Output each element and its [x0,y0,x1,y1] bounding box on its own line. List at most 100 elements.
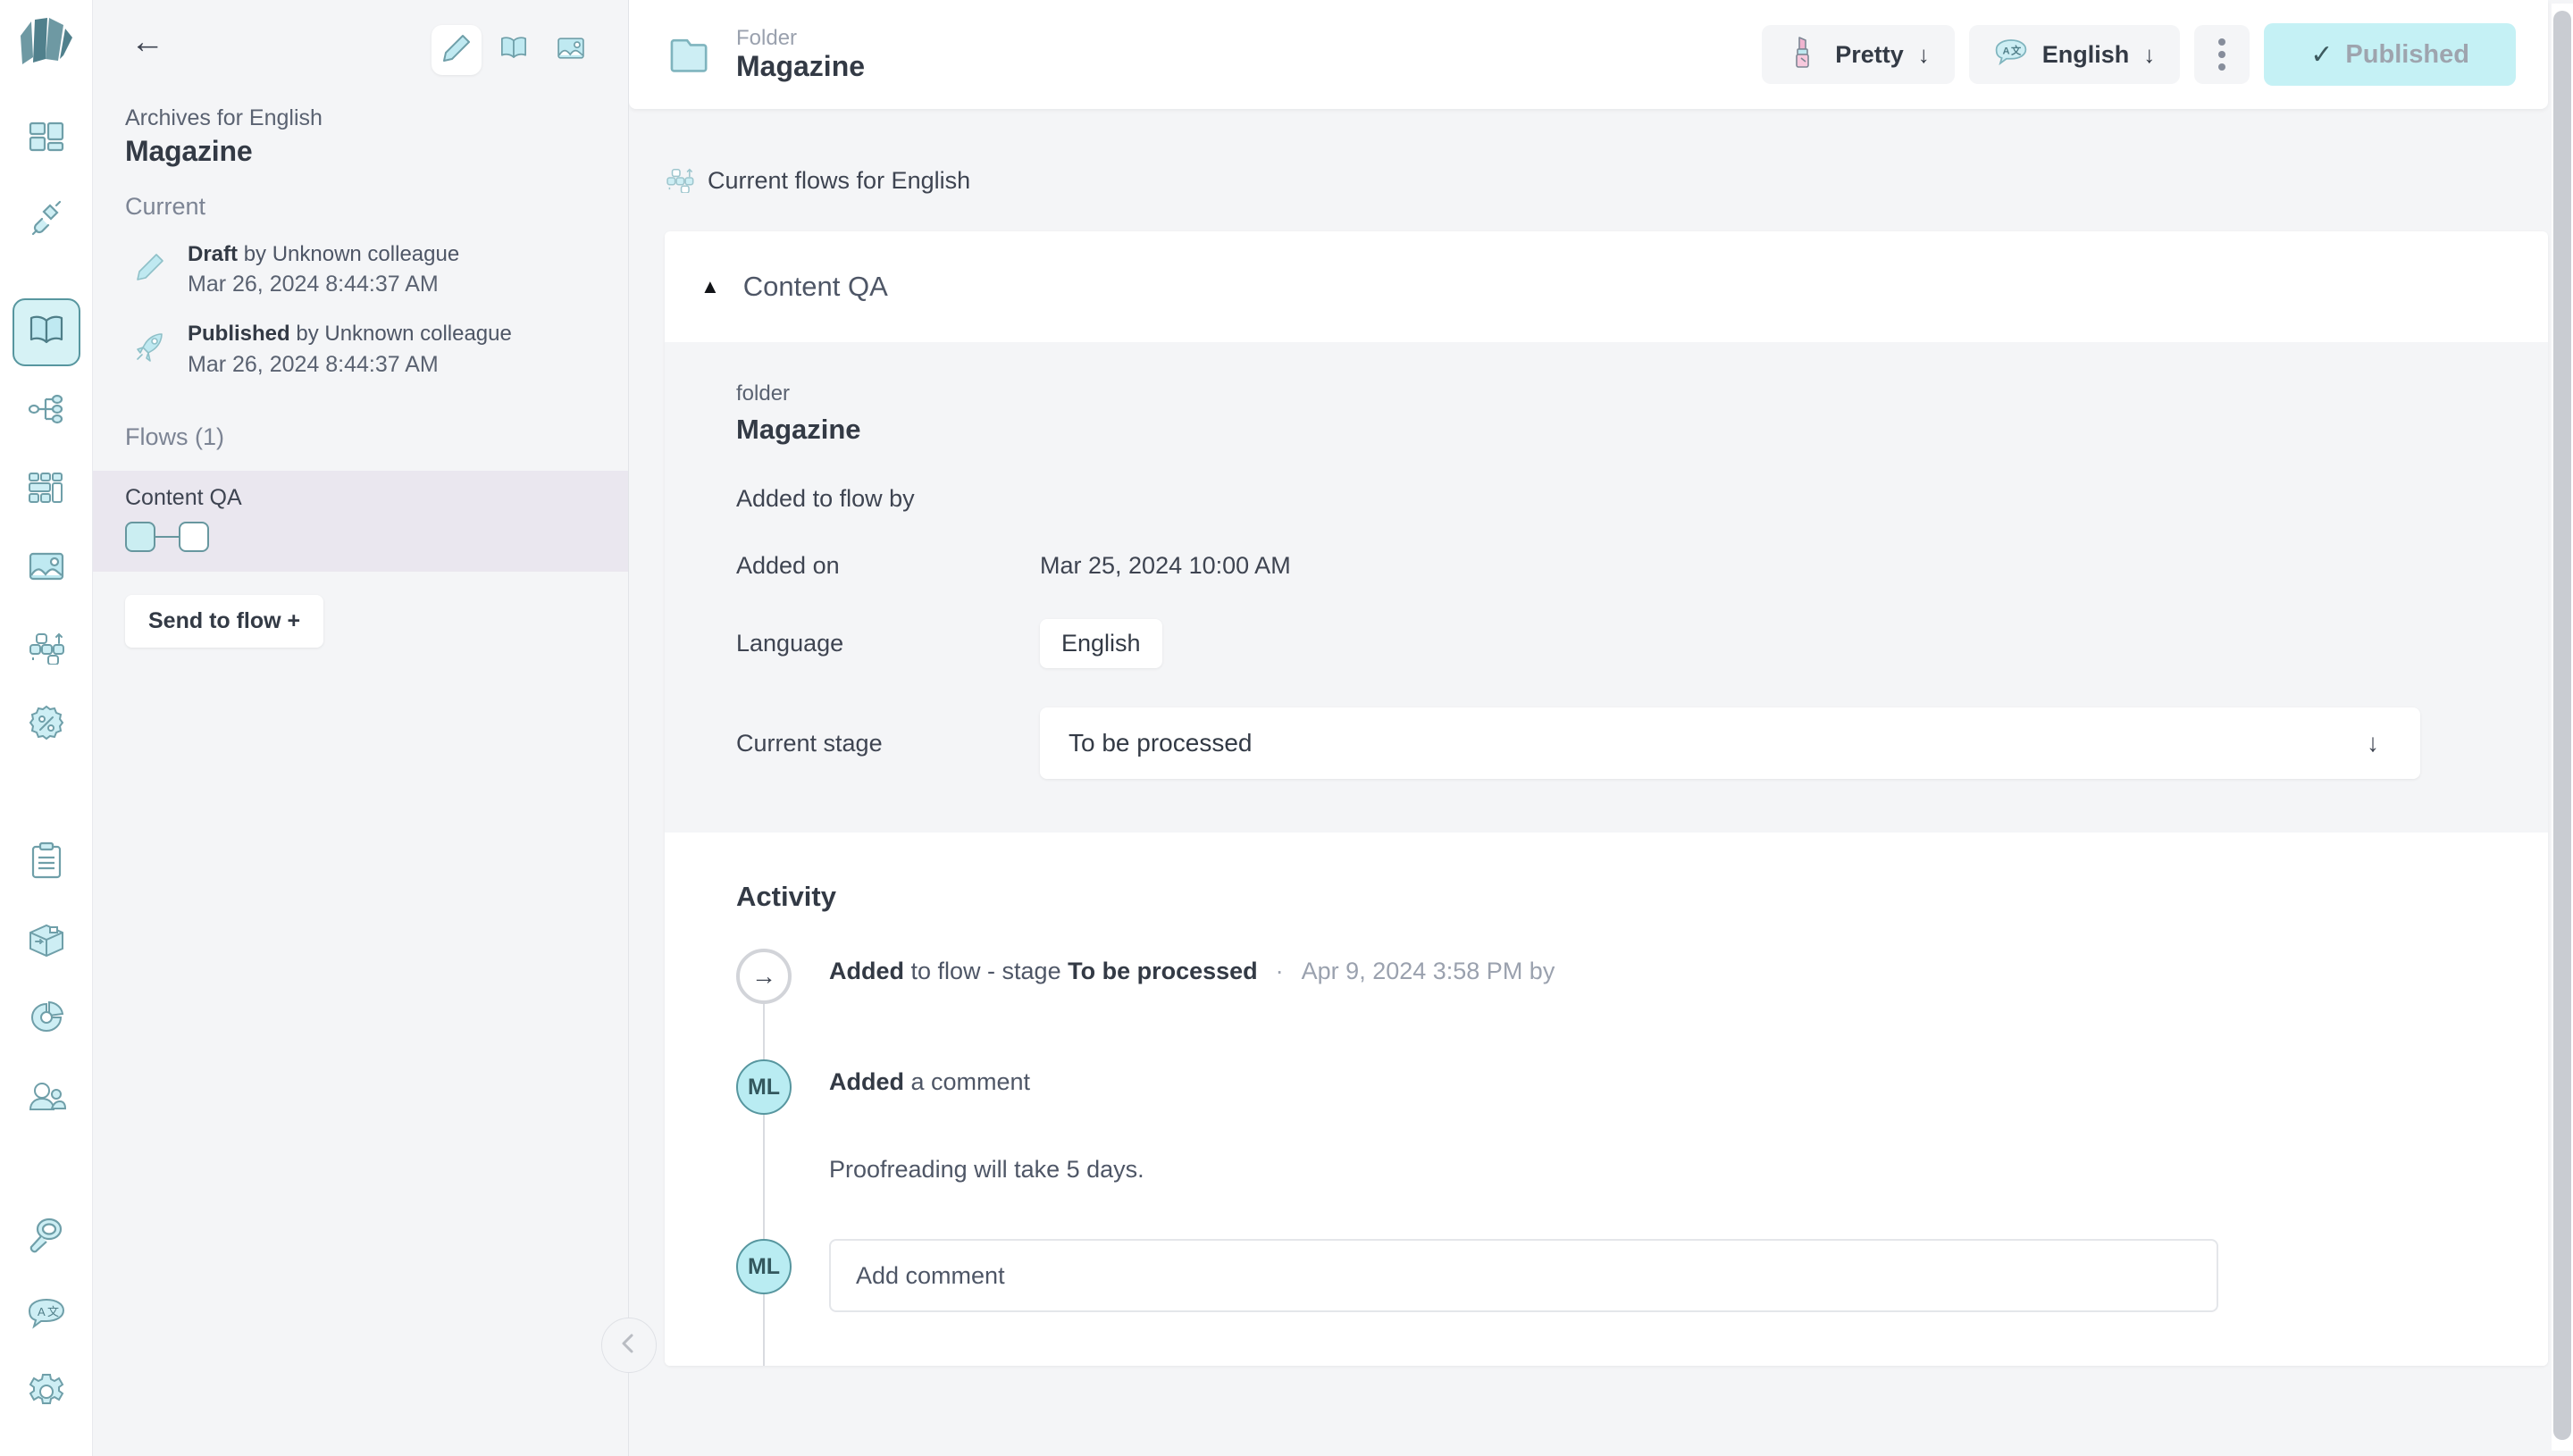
tool-preview-button[interactable] [489,25,539,75]
chevron-down-icon: ↓ [2367,729,2379,757]
activity-action: Added [829,1068,904,1095]
avatar: ML [736,1059,792,1115]
current-stage-select[interactable]: To be processed ↓ [1040,707,2420,779]
avatar: ML [736,1239,792,1294]
detail-label: Current stage [736,729,883,757]
flow-card: ▲ Content QA folder Magazine Added to fl… [665,231,2548,1366]
send-to-flow-button[interactable]: Send to flow + [125,594,324,648]
activity-title: Activity [736,881,836,912]
flows-header: Flows (1) [125,423,225,450]
revision-status-line: Draft by Unknown colleague [188,240,459,269]
folder-icon [668,29,720,80]
layout-grid-icon [27,118,66,162]
panel-view-tools [432,25,596,75]
activity-entry-body: Added a comment [829,1059,1030,1096]
box-package-icon [27,922,66,962]
magnifier-icon [27,1215,66,1259]
page-title: Magazine [125,135,253,167]
image-picture-icon [556,36,586,65]
sidebar-item-library[interactable] [12,298,80,366]
sidebar-item-components[interactable] [13,456,80,523]
rocket-icon [125,322,175,372]
main-content: Folder Magazine Pretty ↓ A 文 English ↓ ✓… [629,0,2573,1456]
top-bar-actions: Pretty ↓ A 文 English ↓ ✓ Published [1762,23,2516,86]
flow-stage-done [125,521,155,552]
flow-list-item[interactable]: Content QA [93,470,628,572]
flow-detail-section: folder Magazine Added to flow by Added o… [665,342,2548,833]
check-icon: ✓ [2310,39,2334,70]
detail-label: Added to flow by [736,485,915,512]
activity-comment-body: Proofreading will take 5 days. [829,1156,1144,1183]
breadcrumb-title: Magazine [736,50,866,83]
activity-text: a comment [904,1068,1031,1095]
sidebar-item-dashboard[interactable] [13,105,80,173]
kebab-dot [2218,38,2226,46]
percent-badge-icon [27,704,66,748]
open-book-icon [27,314,66,352]
breadcrumb-text: Folder Magazine [736,26,865,83]
gear-icon [27,1372,66,1416]
revision-draft[interactable]: Draft by Unknown colleague Mar 26, 2024 … [125,240,628,300]
panel-section-label: Current [125,193,206,220]
breadcrumb: Folder Magazine [668,26,865,83]
svg-text:文: 文 [2011,44,2022,56]
sidebar-item-tasks[interactable] [13,829,80,897]
sidebar-item-translations[interactable]: A 文 [13,1281,80,1349]
sidebar-item-users[interactable] [13,1065,80,1133]
kebab-dot [2218,51,2226,58]
panel-subtitle: Archives for English [125,105,323,130]
revision-published[interactable]: Published by Unknown colleague Mar 26, 2… [125,320,628,380]
theme-selector-button[interactable]: Pretty ↓ [1762,25,1955,84]
language-chip[interactable]: English [1040,619,1162,668]
sidebar-item-promotions[interactable] [13,691,80,759]
donut-chart-icon [27,1000,66,1041]
svg-text:A: A [2002,46,2009,56]
detail-row-added-on: Added on Mar 25, 2024 10:00 AM [736,552,2548,580]
collapse-triangle-icon[interactable]: ▲ [700,275,720,298]
revision-status-line: Published by Unknown colleague [188,320,512,348]
detail-kicker: folder [736,381,791,406]
revision-timestamp: Mar 26, 2024 8:44:37 AM [188,351,439,377]
collapse-panel-button[interactable] [601,1318,657,1373]
add-comment-input[interactable]: Add comment [829,1239,2218,1312]
sidebar-item-analytics[interactable] [13,986,80,1054]
activity-text: to flow - stage [904,958,1069,984]
people-group-icon [27,1079,66,1119]
sidebar-item-media[interactable] [13,534,80,602]
detail-value: Mar 25, 2024 10:00 AM [1040,552,1291,579]
scrollbar-thumb[interactable] [2553,11,2571,1440]
chevron-left-icon [617,1332,641,1360]
tool-edit-button[interactable] [432,25,482,75]
sidebar-item-settings[interactable] [13,1360,80,1427]
sidebar-item-flows[interactable] [13,613,80,681]
pencil-icon [441,33,472,68]
activity-entry-text: Added a comment [829,1068,1030,1096]
tool-media-button[interactable] [546,25,596,75]
vertical-scrollbar[interactable] [2552,4,2573,1451]
activity-entry-stage-change: → Added to flow - stage To be processed ·… [736,949,2548,1004]
activity-separator: · [1275,958,1284,984]
language-selector-button[interactable]: A 文 English ↓ [1968,25,2181,84]
flow-stage-link [155,535,179,538]
chevron-down-icon: ↓ [1917,40,1930,68]
sidebar-item-search[interactable] [13,1202,80,1270]
sidebar-item-taxonomy[interactable] [13,377,80,445]
sidebar-item-products[interactable] [13,908,80,975]
publish-status-button[interactable]: ✓ Published [2264,23,2516,86]
flow-card-header[interactable]: ▲ Content QA [665,231,2548,342]
pencil-icon [125,242,175,292]
icon-rail: A 文 [0,0,93,1456]
kebab-dot [2218,63,2226,71]
comment-composer: ML Add comment [736,1239,2548,1312]
publish-status-label: Published [2345,39,2469,69]
revision-status: Draft [188,242,239,266]
flow-name: Content QA [125,484,242,510]
back-arrow-icon[interactable]: ← [125,25,164,59]
sidebar-item-integrations[interactable] [13,184,80,252]
flow-stage-todo [179,521,209,552]
translate-bubble-icon: A 文 [27,1296,66,1335]
more-options-icon[interactable] [2194,25,2250,84]
app-logo [19,16,74,75]
breadcrumb-kicker: Folder [736,25,798,50]
lipstick-icon [1787,35,1821,75]
